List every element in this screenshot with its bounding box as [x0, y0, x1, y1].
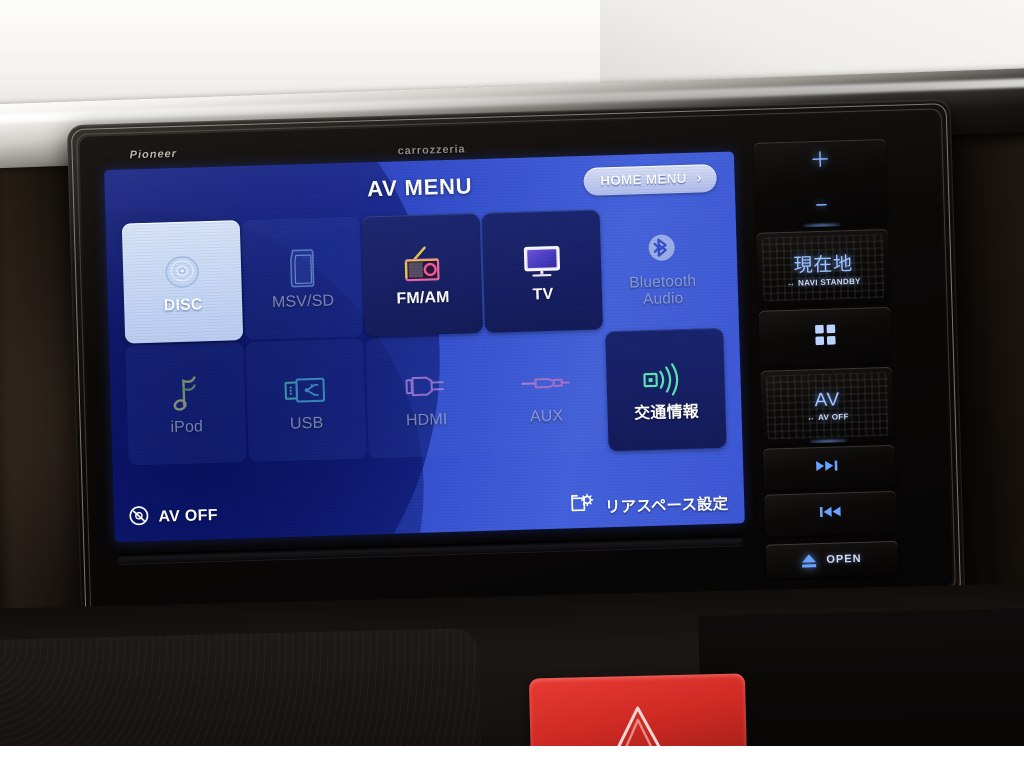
tile-usb[interactable]: USB: [245, 338, 367, 462]
grid-four-squares-icon: [813, 322, 838, 352]
tile-label-aux: AUX: [529, 407, 564, 426]
pioneer-brand-logo: Pioneer: [129, 147, 178, 162]
tile-label-ipod: iPod: [170, 418, 204, 437]
tile-label-hdmi: HDMI: [405, 411, 448, 430]
tile-traffic-info[interactable]: 交通情報: [605, 327, 727, 452]
touchscreen-display[interactable]: AV MENU HOME MENU › DISC MSV/SD FM/AM TV…: [104, 151, 745, 542]
usb-icon: [281, 367, 330, 414]
home-menu-label: HOME MENU: [600, 170, 687, 189]
navi-button-label: 現在地: [793, 253, 854, 277]
tile-label-tv: TV: [532, 286, 554, 304]
navi-button-sublabel: ↔ NAVI STANDBY: [787, 276, 861, 287]
av-off-text: AV OFF: [817, 412, 849, 423]
car-navigation-head-unit: Pioneer carrozzeria AV MENU HOME MENU ›: [66, 98, 966, 626]
next-track-icon: [814, 458, 845, 478]
tile-label-msv-sd: MSV/SD: [271, 292, 335, 312]
hdmi-icon: [401, 363, 450, 410]
open-label: OPEN: [826, 552, 862, 566]
eject-open-button[interactable]: OPEN: [765, 540, 899, 579]
tile-disc[interactable]: DISC: [121, 220, 244, 344]
av-off-button[interactable]: AV OFF: [128, 503, 218, 532]
dashboard-scene: Pioneer carrozzeria AV MENU HOME MENU ›: [0, 0, 1024, 768]
tile-ipod[interactable]: iPod: [125, 342, 247, 466]
arrow-both-icon: ↔: [786, 278, 796, 288]
disc-icon: [161, 249, 204, 296]
power-off-circle-icon: [128, 505, 150, 532]
carrozzeria-brand-logo: carrozzeria: [397, 143, 466, 158]
tile-aux[interactable]: AUX: [485, 331, 607, 455]
navi-current-location-button[interactable]: 現在地 ↔ NAVI STANDBY: [756, 228, 891, 307]
tile-fm-am[interactable]: FM/AM: [361, 213, 484, 337]
av-source-grid: DISC MSV/SD FM/AM TV Bluetooth Audio iPo…: [121, 205, 727, 466]
volume-rocker[interactable]: ＋ −: [753, 138, 889, 229]
sd-card-icon: [284, 245, 319, 292]
volume-down-icon[interactable]: −: [815, 194, 828, 217]
tile-hdmi[interactable]: HDMI: [365, 334, 487, 459]
tile-label-disc: DISC: [163, 296, 203, 315]
home-menu-button[interactable]: HOME MENU ›: [582, 163, 718, 196]
bluetooth-icon: [641, 226, 682, 273]
tile-bluetooth-audio[interactable]: Bluetooth Audio: [601, 205, 724, 330]
av-button-sublabel: ↔ AV OFF: [807, 412, 849, 422]
tile-label-usb: USB: [289, 415, 324, 434]
navi-standby-text: NAVI STANDBY: [797, 276, 861, 288]
next-track-button[interactable]: [762, 444, 896, 491]
av-off-label: AV OFF: [158, 506, 219, 526]
menu-grid-button[interactable]: [758, 306, 893, 367]
volume-up-icon[interactable]: ＋: [809, 149, 831, 173]
tile-msv-sd[interactable]: MSV/SD: [241, 216, 364, 341]
previous-track-button[interactable]: [764, 490, 898, 537]
music-note-icon: [167, 371, 204, 418]
aux-jack-icon: [519, 360, 572, 408]
screen-gear-icon: [570, 493, 597, 521]
tile-tv[interactable]: TV: [481, 209, 604, 333]
tv-icon: [519, 238, 564, 285]
radio-icon: [398, 241, 445, 288]
image-bottom-band: [0, 746, 1024, 768]
chevron-right-icon: ›: [696, 169, 702, 187]
lower-vent-panel: [698, 607, 1024, 768]
page-title: AV MENU: [366, 173, 473, 202]
arrow-both-icon: ↔: [806, 413, 816, 423]
hardware-button-column: ＋ − 現在地 ↔ NAVI STANDBY AV ↔ AV OFF: [753, 138, 898, 541]
av-led: [810, 439, 847, 444]
tile-label-bluetooth-audio: Bluetooth Audio: [629, 272, 697, 309]
av-source-button[interactable]: AV ↔ AV OFF: [760, 366, 895, 445]
rear-space-settings-label: リアスペース設定: [604, 495, 729, 516]
eject-icon: [802, 553, 817, 568]
av-button-label: AV: [814, 389, 841, 412]
prev-track-icon: [815, 504, 846, 524]
rear-space-settings-button[interactable]: リアスペース設定: [570, 489, 729, 521]
broadcast-icon: [639, 356, 692, 404]
volume-led: [804, 223, 841, 228]
tile-label-traffic-info: 交通情報: [634, 403, 700, 423]
tile-label-fm-am: FM/AM: [396, 289, 450, 308]
